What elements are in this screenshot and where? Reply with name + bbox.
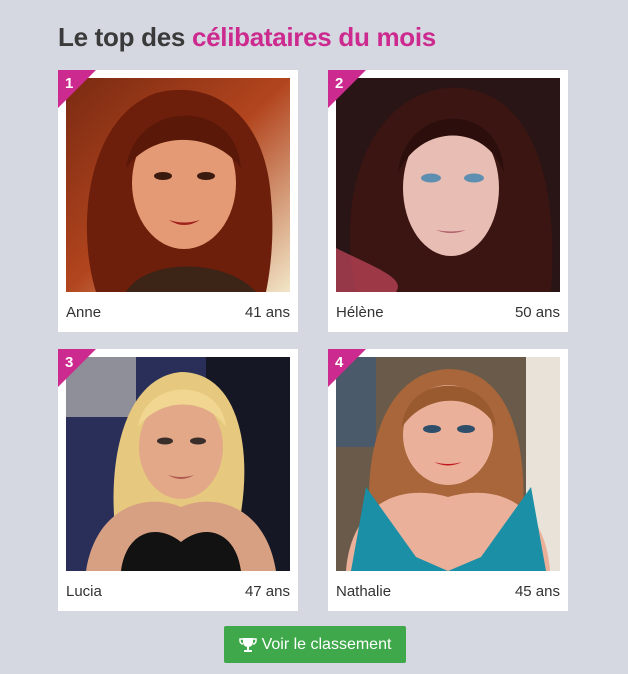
trophy-icon <box>238 637 257 652</box>
profile-age: 50 ans <box>514 304 560 321</box>
profile-card[interactable]: 4 Nathalie 45 ans <box>328 349 568 611</box>
rank-number: 1 <box>65 75 74 92</box>
profile-photo[interactable] <box>66 78 290 292</box>
profile-photo[interactable] <box>336 78 560 292</box>
view-ranking-button[interactable]: Voir le classement <box>224 626 406 663</box>
profile-age: 47 ans <box>244 583 290 600</box>
title-prefix: Le top des <box>58 22 186 52</box>
profile-photo-image <box>66 78 290 292</box>
rank-number: 3 <box>65 354 74 371</box>
profile-name[interactable]: Nathalie <box>336 583 391 600</box>
rank-badge <box>328 70 366 108</box>
profile-card[interactable]: 1 Anne 41 ans <box>58 70 298 332</box>
profile-photo-image <box>336 357 560 571</box>
profile-photo-image <box>66 357 290 571</box>
profile-photo[interactable] <box>336 357 560 571</box>
view-ranking-label: Voir le classement <box>261 635 392 653</box>
rank-badge <box>58 349 96 387</box>
title-accent: célibataires du mois <box>191 22 436 52</box>
rank-badge <box>58 70 96 108</box>
profile-photo-image <box>336 78 560 292</box>
profile-name[interactable]: Anne <box>66 304 101 321</box>
profile-photo[interactable] <box>66 357 290 571</box>
rank-number: 4 <box>335 354 344 371</box>
section-title: Le top des célibataires du mois <box>58 22 436 53</box>
rank-badge <box>328 349 366 387</box>
profile-card[interactable]: 3 Lucia 47 ans <box>58 349 298 611</box>
profile-age: 45 ans <box>514 583 560 600</box>
profile-card[interactable]: 2 Hélène 50 ans <box>328 70 568 332</box>
profile-name[interactable]: Hélène <box>336 304 384 321</box>
profile-name[interactable]: Lucia <box>66 583 102 600</box>
rank-number: 2 <box>335 75 344 92</box>
profile-age: 41 ans <box>244 304 290 321</box>
